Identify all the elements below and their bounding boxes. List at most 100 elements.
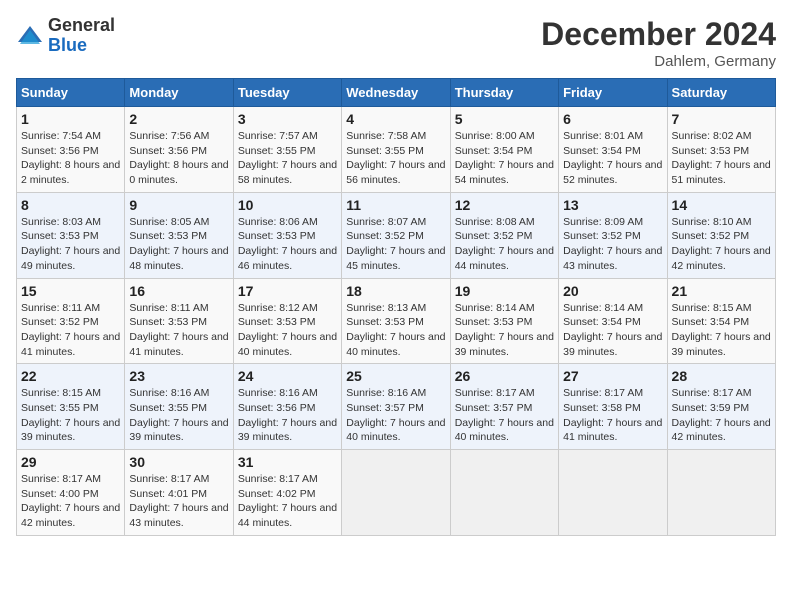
col-wednesday: Wednesday (342, 79, 450, 107)
logo-icon (16, 22, 44, 50)
calendar-week-row: 1 Sunrise: 7:54 AM Sunset: 3:56 PM Dayli… (17, 107, 776, 193)
col-thursday: Thursday (450, 79, 558, 107)
table-row: 16 Sunrise: 8:11 AM Sunset: 3:53 PM Dayl… (125, 278, 233, 364)
day-info: Sunrise: 8:01 AM Sunset: 3:54 PM Dayligh… (563, 129, 662, 188)
day-number: 12 (455, 197, 554, 213)
table-row (559, 450, 667, 536)
day-number: 13 (563, 197, 662, 213)
calendar-week-row: 22 Sunrise: 8:15 AM Sunset: 3:55 PM Dayl… (17, 364, 776, 450)
day-number: 5 (455, 111, 554, 127)
day-number: 10 (238, 197, 337, 213)
day-number: 21 (672, 283, 771, 299)
day-number: 28 (672, 368, 771, 384)
table-row: 22 Sunrise: 8:15 AM Sunset: 3:55 PM Dayl… (17, 364, 125, 450)
table-row: 21 Sunrise: 8:15 AM Sunset: 3:54 PM Dayl… (667, 278, 775, 364)
day-info: Sunrise: 8:09 AM Sunset: 3:52 PM Dayligh… (563, 215, 662, 274)
table-row: 1 Sunrise: 7:54 AM Sunset: 3:56 PM Dayli… (17, 107, 125, 193)
day-number: 1 (21, 111, 120, 127)
col-monday: Monday (125, 79, 233, 107)
table-row: 6 Sunrise: 8:01 AM Sunset: 3:54 PM Dayli… (559, 107, 667, 193)
title-block: December 2024 Dahlem, Germany (541, 16, 776, 70)
table-row: 2 Sunrise: 7:56 AM Sunset: 3:56 PM Dayli… (125, 107, 233, 193)
day-number: 31 (238, 454, 337, 470)
table-row: 23 Sunrise: 8:16 AM Sunset: 3:55 PM Dayl… (125, 364, 233, 450)
day-number: 3 (238, 111, 337, 127)
day-info: Sunrise: 8:14 AM Sunset: 3:53 PM Dayligh… (455, 301, 554, 360)
day-number: 30 (129, 454, 228, 470)
table-row: 29 Sunrise: 8:17 AM Sunset: 4:00 PM Dayl… (17, 450, 125, 536)
table-row (667, 450, 775, 536)
day-info: Sunrise: 8:16 AM Sunset: 3:57 PM Dayligh… (346, 386, 445, 445)
day-info: Sunrise: 8:07 AM Sunset: 3:52 PM Dayligh… (346, 215, 445, 274)
day-info: Sunrise: 8:12 AM Sunset: 3:53 PM Dayligh… (238, 301, 337, 360)
page-header: General Blue December 2024 Dahlem, Germa… (16, 16, 776, 70)
table-row: 30 Sunrise: 8:17 AM Sunset: 4:01 PM Dayl… (125, 450, 233, 536)
table-row: 8 Sunrise: 8:03 AM Sunset: 3:53 PM Dayli… (17, 192, 125, 278)
day-info: Sunrise: 8:17 AM Sunset: 4:00 PM Dayligh… (21, 472, 120, 531)
table-row: 12 Sunrise: 8:08 AM Sunset: 3:52 PM Dayl… (450, 192, 558, 278)
table-row: 7 Sunrise: 8:02 AM Sunset: 3:53 PM Dayli… (667, 107, 775, 193)
table-row: 19 Sunrise: 8:14 AM Sunset: 3:53 PM Dayl… (450, 278, 558, 364)
table-row: 10 Sunrise: 8:06 AM Sunset: 3:53 PM Dayl… (233, 192, 341, 278)
day-info: Sunrise: 7:56 AM Sunset: 3:56 PM Dayligh… (129, 129, 228, 188)
table-row: 4 Sunrise: 7:58 AM Sunset: 3:55 PM Dayli… (342, 107, 450, 193)
day-info: Sunrise: 8:10 AM Sunset: 3:52 PM Dayligh… (672, 215, 771, 274)
day-number: 17 (238, 283, 337, 299)
table-row: 11 Sunrise: 8:07 AM Sunset: 3:52 PM Dayl… (342, 192, 450, 278)
day-number: 23 (129, 368, 228, 384)
day-number: 20 (563, 283, 662, 299)
day-info: Sunrise: 8:14 AM Sunset: 3:54 PM Dayligh… (563, 301, 662, 360)
day-number: 15 (21, 283, 120, 299)
day-number: 19 (455, 283, 554, 299)
day-info: Sunrise: 7:54 AM Sunset: 3:56 PM Dayligh… (21, 129, 120, 188)
logo-text: General Blue (48, 16, 115, 56)
day-number: 7 (672, 111, 771, 127)
day-number: 22 (21, 368, 120, 384)
day-info: Sunrise: 8:06 AM Sunset: 3:53 PM Dayligh… (238, 215, 337, 274)
day-info: Sunrise: 8:05 AM Sunset: 3:53 PM Dayligh… (129, 215, 228, 274)
calendar-table: Sunday Monday Tuesday Wednesday Thursday… (16, 78, 776, 536)
table-row: 9 Sunrise: 8:05 AM Sunset: 3:53 PM Dayli… (125, 192, 233, 278)
table-row: 31 Sunrise: 8:17 AM Sunset: 4:02 PM Dayl… (233, 450, 341, 536)
day-number: 4 (346, 111, 445, 127)
table-row: 15 Sunrise: 8:11 AM Sunset: 3:52 PM Dayl… (17, 278, 125, 364)
calendar-week-row: 15 Sunrise: 8:11 AM Sunset: 3:52 PM Dayl… (17, 278, 776, 364)
day-info: Sunrise: 8:11 AM Sunset: 3:53 PM Dayligh… (129, 301, 228, 360)
calendar-title: December 2024 (541, 16, 776, 53)
table-row (342, 450, 450, 536)
table-row: 18 Sunrise: 8:13 AM Sunset: 3:53 PM Dayl… (342, 278, 450, 364)
day-number: 14 (672, 197, 771, 213)
day-info: Sunrise: 8:17 AM Sunset: 4:02 PM Dayligh… (238, 472, 337, 531)
calendar-week-row: 8 Sunrise: 8:03 AM Sunset: 3:53 PM Dayli… (17, 192, 776, 278)
table-row: 5 Sunrise: 8:00 AM Sunset: 3:54 PM Dayli… (450, 107, 558, 193)
day-number: 11 (346, 197, 445, 213)
table-row: 3 Sunrise: 7:57 AM Sunset: 3:55 PM Dayli… (233, 107, 341, 193)
day-info: Sunrise: 8:02 AM Sunset: 3:53 PM Dayligh… (672, 129, 771, 188)
col-sunday: Sunday (17, 79, 125, 107)
day-number: 18 (346, 283, 445, 299)
day-info: Sunrise: 8:15 AM Sunset: 3:54 PM Dayligh… (672, 301, 771, 360)
day-info: Sunrise: 8:11 AM Sunset: 3:52 PM Dayligh… (21, 301, 120, 360)
table-row (450, 450, 558, 536)
col-friday: Friday (559, 79, 667, 107)
day-info: Sunrise: 8:03 AM Sunset: 3:53 PM Dayligh… (21, 215, 120, 274)
day-info: Sunrise: 8:08 AM Sunset: 3:52 PM Dayligh… (455, 215, 554, 274)
table-row: 27 Sunrise: 8:17 AM Sunset: 3:58 PM Dayl… (559, 364, 667, 450)
day-info: Sunrise: 8:16 AM Sunset: 3:56 PM Dayligh… (238, 386, 337, 445)
day-number: 27 (563, 368, 662, 384)
table-row: 28 Sunrise: 8:17 AM Sunset: 3:59 PM Dayl… (667, 364, 775, 450)
calendar-week-row: 29 Sunrise: 8:17 AM Sunset: 4:00 PM Dayl… (17, 450, 776, 536)
day-info: Sunrise: 7:58 AM Sunset: 3:55 PM Dayligh… (346, 129, 445, 188)
day-info: Sunrise: 8:13 AM Sunset: 3:53 PM Dayligh… (346, 301, 445, 360)
col-saturday: Saturday (667, 79, 775, 107)
day-number: 29 (21, 454, 120, 470)
day-number: 6 (563, 111, 662, 127)
table-row: 14 Sunrise: 8:10 AM Sunset: 3:52 PM Dayl… (667, 192, 775, 278)
day-number: 24 (238, 368, 337, 384)
day-number: 26 (455, 368, 554, 384)
day-info: Sunrise: 8:00 AM Sunset: 3:54 PM Dayligh… (455, 129, 554, 188)
day-info: Sunrise: 8:15 AM Sunset: 3:55 PM Dayligh… (21, 386, 120, 445)
day-info: Sunrise: 8:16 AM Sunset: 3:55 PM Dayligh… (129, 386, 228, 445)
day-number: 16 (129, 283, 228, 299)
table-row: 20 Sunrise: 8:14 AM Sunset: 3:54 PM Dayl… (559, 278, 667, 364)
